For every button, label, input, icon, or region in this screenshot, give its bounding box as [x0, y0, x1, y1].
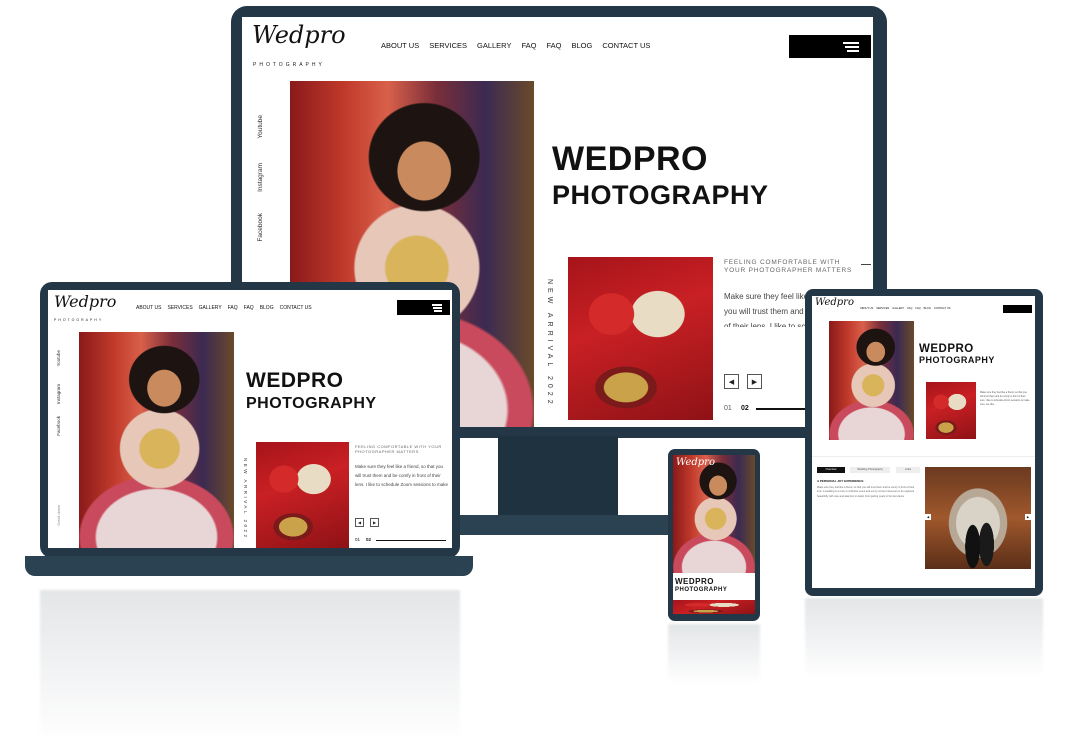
laptop-social-youtube[interactable]: Youtube	[56, 350, 61, 366]
laptop-nav-faq[interactable]: FAQ	[228, 305, 238, 311]
tablet-tab-wedding[interactable]: Wedding Photography	[850, 467, 890, 473]
pager-01[interactable]: 01	[724, 405, 732, 412]
nav-services[interactable]: SERVICES	[429, 41, 467, 50]
tablet-gallery-next[interactable]: ▶	[1025, 514, 1031, 520]
tablet-nav-contact[interactable]: CONTACT US	[934, 307, 951, 310]
laptop-nav-gallery[interactable]: GALLERY	[199, 305, 222, 311]
tablet-gallery-photo	[925, 467, 1031, 569]
tablet-hero-photo	[829, 321, 914, 440]
hero-subtitle: PHOTOGRAPHY	[552, 180, 769, 210]
tablet-tab-overview[interactable]: Overview	[817, 467, 845, 473]
phone-logo[interactable]: Wedpro	[676, 457, 715, 468]
laptop-pager-02[interactable]: 02	[366, 537, 371, 542]
tablet-logo[interactable]: Wedpro	[815, 297, 854, 308]
laptop-nav-blog[interactable]: BLOG	[260, 305, 274, 311]
monitor-base	[440, 515, 678, 535]
laptop-nav-faq-2[interactable]: FAQ	[244, 305, 254, 311]
tablet-nav-faq[interactable]: FAQ	[907, 307, 912, 310]
phone-feature-photo	[673, 600, 755, 614]
brand-logo[interactable]: Wedpro	[252, 21, 346, 49]
tablet-nav-faq-2[interactable]: FAQ	[915, 307, 920, 310]
next-arrow[interactable]: ▶	[747, 374, 762, 389]
main-nav: ABOUT US SERVICES GALLERY FAQ FAQ BLOG CONTACT…	[381, 41, 650, 50]
laptop-feature-photo	[256, 442, 349, 548]
phone-screen: Wedpro WEDPRO PHOTOGRAPHY	[673, 455, 755, 614]
laptop-logo[interactable]: Wedpro	[54, 292, 116, 311]
laptop-base	[25, 556, 473, 576]
tablet-screen: Wedpro ABOUT US SERVICES GALLERY FAQ FAQ BLOG…	[812, 296, 1035, 588]
scroll-down[interactable]: Scroll down	[56, 505, 61, 526]
phone-hero-title: WEDPRO	[675, 577, 714, 586]
tablet-gallery-prev[interactable]: ◀	[925, 514, 931, 520]
tablet-nav-about[interactable]: ABOUT US	[860, 307, 873, 310]
tablet-nav: ABOUT US SERVICES GALLERY FAQ FAQ BLOG CONTACT…	[860, 307, 950, 310]
tablet-divider	[812, 456, 1035, 457]
laptop-hero-subtitle: PHOTOGRAPHY	[246, 395, 377, 412]
nav-about[interactable]: ABOUT US	[381, 41, 419, 50]
social-facebook[interactable]: Facebook	[257, 213, 264, 242]
social-instagram[interactable]: Instagram	[257, 163, 264, 192]
menu-button[interactable]	[789, 35, 871, 58]
nav-contact[interactable]: CONTACT US	[602, 41, 650, 50]
tablet-hero-title: WEDPRO	[919, 343, 974, 355]
phone-hero-subtitle: PHOTOGRAPHY	[675, 587, 728, 593]
prev-arrow[interactable]: ◀	[724, 374, 739, 389]
hamburger-icon	[843, 42, 859, 44]
tablet-menu-button[interactable]	[1003, 305, 1032, 313]
feature-photo	[568, 257, 713, 420]
phone-hero-photo	[673, 455, 755, 573]
laptop-feature-body: Make sure they feel like a friend, so th…	[355, 464, 449, 487]
laptop-logo-sub: PHOTOGRAPHY	[54, 318, 104, 322]
laptop-next-arrow[interactable]: ▶	[370, 518, 379, 527]
nav-faq-2[interactable]: FAQ	[546, 41, 561, 50]
laptop-nav-contact[interactable]: CONTACT US	[280, 305, 312, 311]
laptop-social-facebook[interactable]: Facebook	[56, 416, 61, 436]
tablet-section-title: A PERSONAL JOY EXPERIENCE	[817, 479, 864, 483]
laptop-social-instagram[interactable]: Instagram	[56, 384, 61, 404]
monitor-stand	[498, 436, 618, 518]
tablet-feature-body: Make sure they feel like a friend, so th…	[980, 391, 1030, 405]
pager-02[interactable]: 02	[741, 405, 749, 412]
feature-line	[861, 264, 871, 265]
tablet-nav-gallery[interactable]: GALLERY	[892, 307, 904, 310]
tablet-tab-links[interactable]: Links	[896, 467, 920, 473]
feature-title: FEELING COMFORTABLE WITH YOUR PHOTOGRAPH…	[724, 259, 853, 274]
nav-faq[interactable]: FAQ	[521, 41, 536, 50]
new-arrival-label: NEW ARRIVAL 2022	[546, 279, 553, 408]
laptop-pager-bar	[376, 540, 446, 541]
tablet-paragraph: Make sure they feel like a friend, so th…	[817, 486, 915, 498]
social-youtube[interactable]: Youtube	[257, 115, 264, 139]
tablet-reflection	[805, 598, 1043, 678]
tablet-hero-subtitle: PHOTOGRAPHY	[919, 355, 995, 365]
tablet-nav-blog[interactable]: BLOG	[924, 307, 931, 310]
hamburger-icon	[432, 304, 442, 306]
nav-blog[interactable]: BLOG	[572, 41, 593, 50]
laptop-feature-title: FEELING COMFORTABLE WITH YOUR PHOTOGRAPH…	[355, 444, 442, 454]
laptop-prev-arrow[interactable]: ◀	[355, 518, 364, 527]
phone-reflection	[668, 624, 760, 684]
laptop-nav-services[interactable]: SERVICES	[167, 305, 192, 311]
laptop-hero-title: WEDPRO	[246, 369, 344, 392]
laptop-nav: ABOUT US SERVICES GALLERY FAQ FAQ BLOG CONTACT…	[136, 305, 312, 311]
pager-bar	[756, 408, 808, 410]
laptop-hero-photo	[79, 332, 234, 548]
tablet-nav-services[interactable]: SERVICES	[876, 307, 889, 310]
laptop-new-arrival: NEW ARRIVAL 2022	[243, 458, 248, 540]
laptop-pager-01[interactable]: 01	[355, 537, 360, 542]
brand-sub: PHOTOGRAPHY	[253, 62, 325, 68]
hero-title: WEDPRO	[552, 140, 708, 178]
laptop-reflection	[40, 590, 460, 740]
nav-gallery[interactable]: GALLERY	[477, 41, 511, 50]
laptop-screen: Wedpro PHOTOGRAPHY ABOUT US SERVICES GALLE…	[48, 290, 452, 548]
laptop-menu-button[interactable]	[397, 300, 450, 315]
laptop-nav-about[interactable]: ABOUT US	[136, 305, 161, 311]
tablet-feature-photo	[926, 382, 976, 439]
